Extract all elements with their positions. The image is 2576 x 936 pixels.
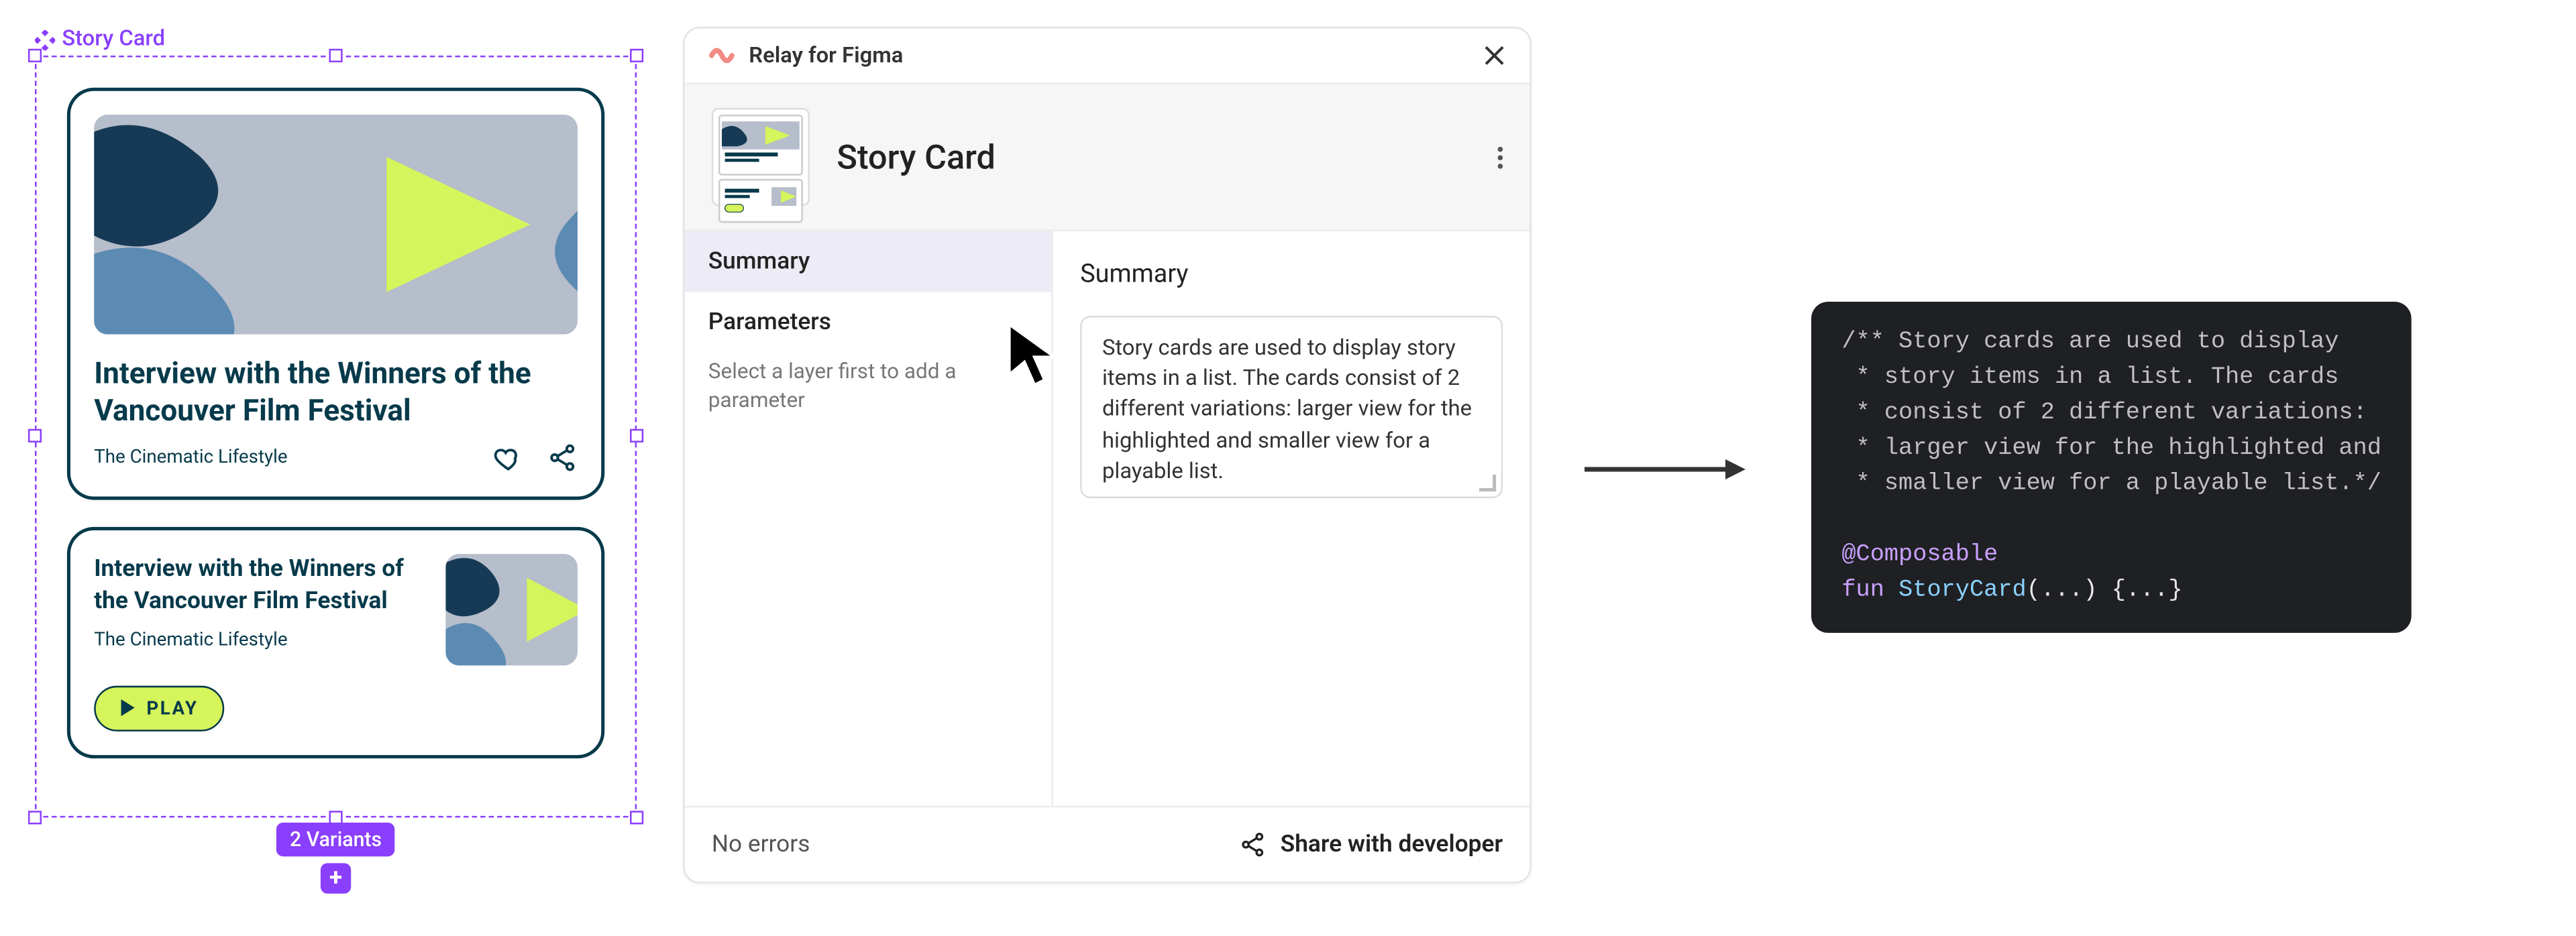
story-card-subtitle: The Cinematic Lifestyle bbox=[94, 628, 425, 650]
code-keyword: fun bbox=[1841, 577, 1884, 604]
relay-logo-icon bbox=[708, 42, 735, 69]
variants-badge: 2 Variants bbox=[276, 822, 395, 856]
share-with-developer-button[interactable]: Share with developer bbox=[1240, 831, 1503, 858]
add-variant-button[interactable]: + bbox=[321, 863, 351, 893]
play-icon bbox=[119, 700, 136, 717]
code-comment-line: * consist of 2 different variations: bbox=[1841, 400, 2367, 426]
sidebar-item-parameters[interactable]: Parameters bbox=[685, 292, 1052, 353]
arrow-icon bbox=[1585, 459, 1746, 479]
selection-handle[interactable] bbox=[630, 811, 643, 824]
component-icon bbox=[35, 30, 55, 50]
share-icon[interactable] bbox=[547, 442, 578, 472]
story-card-large[interactable]: Interview with the Winners of the Vancou… bbox=[67, 88, 604, 500]
relay-brand-label: Relay for Figma bbox=[749, 43, 903, 68]
relay-panel: Relay for Figma Story Card S bbox=[683, 27, 1532, 884]
sidebar-hint: Select a layer first to add a parameter bbox=[685, 353, 1052, 433]
summary-textarea[interactable]: Story cards are used to display story it… bbox=[1080, 316, 1503, 498]
story-card-subtitle: The Cinematic Lifestyle bbox=[94, 447, 287, 469]
status-text: No errors bbox=[712, 831, 810, 858]
main-heading: Summary bbox=[1080, 258, 1503, 288]
kebab-menu-icon[interactable] bbox=[1498, 146, 1503, 168]
share-label: Share with developer bbox=[1281, 831, 1503, 858]
code-signature: (...) {...} bbox=[2027, 577, 2183, 604]
code-annotation: @Composable bbox=[1841, 542, 1998, 569]
selection-handle[interactable] bbox=[28, 430, 42, 443]
story-card-title: Interview with the Winners of the Vancou… bbox=[94, 358, 578, 432]
selection-handle[interactable] bbox=[630, 49, 643, 62]
code-function-name: StoryCard bbox=[1898, 577, 2027, 604]
code-comment-line: /** Story cards are used to display bbox=[1841, 329, 2339, 355]
code-comment-line: * larger view for the highlighted and bbox=[1841, 435, 2381, 462]
heart-icon[interactable] bbox=[493, 442, 523, 472]
story-card-small[interactable]: Interview with the Winners of the Vancou… bbox=[67, 526, 604, 758]
figma-component-label-text: Story Card bbox=[62, 27, 165, 52]
relay-component-title: Story Card bbox=[837, 137, 1470, 177]
figma-selected-frame[interactable]: Interview with the Winners of the Vancou… bbox=[35, 56, 637, 817]
story-card-title: Interview with the Winners of the Vancou… bbox=[94, 554, 425, 618]
selection-handle[interactable] bbox=[630, 430, 643, 443]
code-comment-line: * story items in a list. The cards bbox=[1841, 364, 2339, 391]
code-comment-line: * smaller view for a playable list.*/ bbox=[1841, 471, 2381, 498]
share-icon bbox=[1240, 831, 1267, 858]
story-card-hero-image bbox=[94, 115, 578, 335]
close-icon[interactable] bbox=[1483, 44, 1506, 67]
component-thumbnail bbox=[712, 108, 810, 206]
play-label: PLAY bbox=[146, 697, 198, 719]
play-button[interactable]: PLAY bbox=[94, 685, 223, 731]
story-card-thumb bbox=[445, 554, 578, 665]
sidebar-item-summary[interactable]: Summary bbox=[685, 231, 1052, 292]
selection-handle[interactable] bbox=[28, 811, 42, 824]
code-block: /** Story cards are used to display * st… bbox=[1811, 302, 2412, 633]
selection-handle[interactable] bbox=[329, 49, 342, 62]
selection-handle[interactable] bbox=[28, 49, 42, 62]
